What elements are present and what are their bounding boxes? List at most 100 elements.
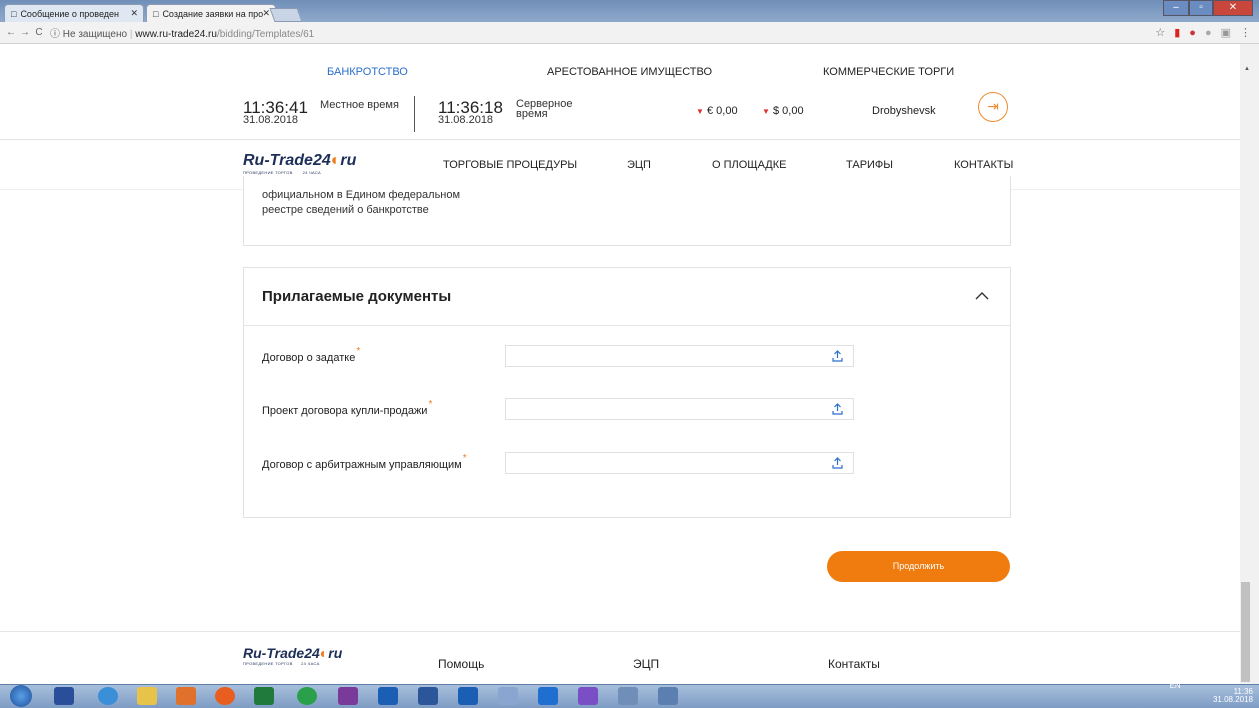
euro-value: € 0,00 — [706, 105, 738, 117]
documents-title: Прилагаемые документы — [262, 288, 452, 305]
logo-circle-icon: ◐ — [319, 645, 329, 661]
footer-logo[interactable]: Ru-Trade24◐ru ПРОВЕДЕНИЕ ТОРГОВ 24 ЧАСА — [243, 645, 342, 666]
media-icon[interactable] — [176, 687, 196, 705]
local-time-label: Местное время — [320, 99, 399, 111]
outlook-icon[interactable] — [378, 687, 398, 705]
browser-toolbar-icons: ☆ ▮ ● ● ▣ ⋮ — [1155, 26, 1251, 40]
nav-trading-procedures[interactable]: ТОРГОВЫЕ ПРОЦЕДУРЫ — [443, 159, 577, 171]
footer-help[interactable]: Помощь — [438, 657, 484, 671]
scroll-up-icon[interactable]: ▲ — [1244, 66, 1250, 72]
logo-ru: ru — [328, 645, 343, 661]
tab-arrested-property[interactable]: АРЕСТОВАННОЕ ИМУЩЕСТВО — [547, 66, 712, 78]
server-label-line: время — [516, 108, 548, 120]
maximize-icon[interactable]: ▫ — [1189, 0, 1213, 16]
scrollbar-thumb[interactable] — [1241, 582, 1250, 682]
extension-icon[interactable]: ▣ — [1221, 26, 1231, 39]
collapse-button[interactable] — [975, 288, 989, 304]
browser-tab-2[interactable]: □ Создание заявки на про ✕ — [146, 4, 276, 22]
usd-balance: ▼ $ 0,00 — [762, 105, 804, 117]
forward-icon[interactable]: → — [18, 27, 32, 38]
language-indicator[interactable]: EN — [1170, 681, 1181, 690]
system-tray: EN 11:36 31.08.2018 — [1170, 682, 1253, 704]
info-icon: ⓘ — [50, 29, 60, 40]
footer-ecp[interactable]: ЭЦП — [633, 657, 659, 671]
onenote-icon[interactable] — [338, 687, 358, 705]
start-button[interactable] — [10, 685, 32, 707]
nav-contacts[interactable]: КОНТАКТЫ — [954, 159, 1013, 171]
extension-icon[interactable]: ▮ — [1174, 26, 1180, 39]
logo-circle-icon: ◐ — [330, 152, 341, 169]
network-icon[interactable] — [498, 687, 518, 705]
logo-subtitle: ПРОВЕДЕНИЕ ТОРГОВ 24 ЧАСА — [243, 661, 342, 666]
logo-sub-right: 24 ЧАСА — [302, 170, 321, 175]
save-app-icon[interactable] — [54, 687, 74, 705]
field-label-text: Проект договора купли-продажи — [262, 405, 428, 417]
menu-icon[interactable]: ⋮ — [1240, 26, 1251, 39]
footer-contacts[interactable]: Контакты — [828, 657, 880, 671]
caret-down-icon: ▼ — [762, 107, 770, 116]
upload-icon[interactable] — [832, 350, 843, 362]
required-icon: * — [428, 399, 433, 410]
field-label-deposit: Договор о задатке* — [262, 346, 360, 364]
logo-sub-left: ПРОВЕДЕНИЕ ТОРГОВ — [243, 170, 293, 175]
ie-icon[interactable] — [98, 687, 118, 705]
tab-commercial-trades[interactable]: КОММЕРЧЕСКИЕ ТОРГИ — [823, 66, 954, 78]
visual-studio-icon[interactable] — [578, 687, 598, 705]
upload-icon[interactable] — [832, 457, 843, 469]
clock[interactable]: 11:36 31.08.2018 — [1213, 688, 1253, 704]
back-icon[interactable]: ← — [4, 27, 18, 38]
tab-title: Создание заявки на про — [162, 8, 264, 19]
minimize-icon[interactable]: – — [1163, 0, 1189, 16]
close-icon[interactable]: ✕ — [262, 8, 270, 19]
security-label: Не защищено — [62, 29, 128, 40]
logout-button[interactable]: ⇥ — [978, 92, 1008, 122]
new-tab-button[interactable] — [269, 8, 303, 22]
local-date: 31.08.2018 — [243, 114, 299, 126]
category-nav: БАНКРОТСТВО АРЕСТОВАННОЕ ИМУЩЕСТВО КОММЕ… — [0, 44, 1240, 78]
url-host: www.ru-trade24.ru — [135, 29, 217, 40]
star-icon[interactable]: ☆ — [1155, 26, 1165, 39]
upload-icon[interactable] — [832, 403, 843, 415]
divider — [414, 96, 415, 132]
logo-ru: ru — [340, 152, 357, 169]
address-bar: ← → C ⓘ Не защищено | www.ru-trade24.ru/… — [0, 22, 1259, 44]
logo-sub-right: 24 ЧАСА — [301, 661, 320, 666]
continue-button[interactable]: Продолжить — [827, 551, 1010, 582]
file-input-sale-contract[interactable] — [505, 398, 854, 420]
field-label-sale-contract: Проект договора купли-продажи* — [262, 399, 432, 417]
field-label-text: Договор о задатке — [262, 352, 356, 364]
tab-bankruptcy[interactable]: БАНКРОТСТВО — [327, 66, 408, 78]
close-window-icon[interactable]: ✕ — [1213, 0, 1253, 16]
file-input-deposit[interactable] — [505, 345, 854, 367]
extension-icon[interactable]: ● — [1189, 27, 1196, 39]
app-icon[interactable] — [618, 687, 638, 705]
firefox-icon[interactable] — [215, 687, 235, 705]
url-field[interactable]: ⓘ Не защищено | www.ru-trade24.ru/biddin… — [50, 25, 314, 40]
folder-icon[interactable] — [137, 687, 157, 705]
euro-balance: ▼ € 0,00 — [696, 105, 738, 117]
nav-about[interactable]: О ПЛОЩАДКЕ — [712, 159, 787, 171]
server-time-label: Серверное время — [516, 99, 572, 120]
file-input-manager-contract[interactable] — [505, 452, 854, 474]
usd-value: $ 0,00 — [772, 105, 804, 117]
nav-ecp[interactable]: ЭЦП — [627, 159, 651, 171]
excel-icon[interactable] — [254, 687, 274, 705]
footer — [0, 631, 1240, 684]
teamviewer-icon[interactable] — [538, 687, 558, 705]
required-icon: * — [356, 346, 361, 357]
reload-icon[interactable]: C — [32, 27, 46, 38]
required-icon: * — [462, 453, 467, 464]
clock-date: 31.08.2018 — [1212, 695, 1253, 704]
logo-main: Ru-Trade24 — [243, 645, 320, 661]
outlook-icon[interactable] — [458, 687, 478, 705]
site-logo[interactable]: Ru-Trade24◐ru ПРОВЕДЕНИЕ ТОРГОВ 24 ЧАСА — [243, 152, 356, 175]
extension-icon[interactable]: ● — [1205, 27, 1212, 39]
chrome-icon[interactable] — [297, 687, 317, 705]
app-icon[interactable] — [658, 687, 678, 705]
user-name[interactable]: Drobyshevsk — [872, 105, 962, 117]
nav-tariffs[interactable]: ТАРИФЫ — [846, 159, 893, 171]
word-icon[interactable] — [418, 687, 438, 705]
close-icon[interactable]: ✕ — [130, 8, 138, 19]
logo-text: Ru-Trade24◐ru — [243, 645, 342, 661]
browser-tab-1[interactable]: □ Сообщение о проведен ✕ — [4, 4, 144, 22]
